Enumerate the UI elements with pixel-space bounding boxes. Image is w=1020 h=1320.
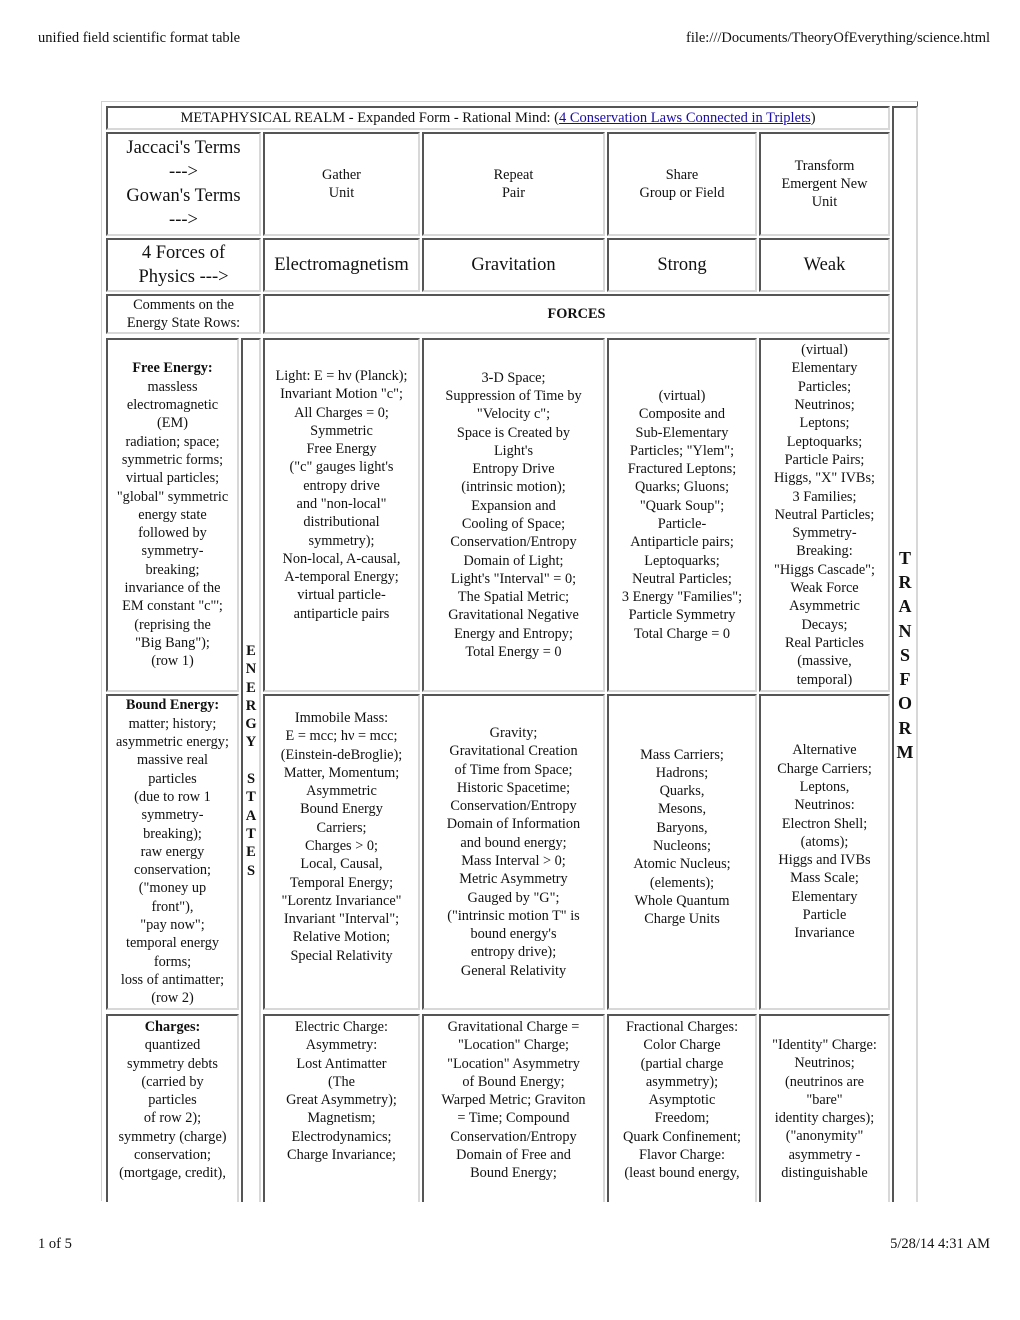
energy-states-letter: T <box>246 789 256 806</box>
print-timestamp: 5/28/14 4:31 AM <box>890 1236 990 1252</box>
energy-states-vertical-label: ENERGY STATES <box>245 642 256 880</box>
transform-vertical-label: TRANSFORM <box>897 546 914 764</box>
row-charges-strong: Fractional Charges: Color Charge (partia… <box>607 1014 757 1202</box>
term-gather: Gather Unit <box>263 132 420 236</box>
force-strong: Strong <box>607 238 757 292</box>
energy-states-letter: G <box>245 716 257 733</box>
row-bound-energy-gravitation: Gravity; Gravitational Creation of Time … <box>422 694 605 1010</box>
term-transform: Transform Emergent New Unit <box>759 132 890 236</box>
force-weak: Weak <box>759 238 890 292</box>
comment-title: Bound Energy: <box>125 697 220 714</box>
page-title: unified field scientific format table <box>38 30 241 46</box>
caption-prefix: METAPHYSICAL REALM - Expanded Form - Rat… <box>180 109 559 126</box>
energy-states-letter: E <box>246 844 256 861</box>
force-gravitation: Gravitation <box>422 238 605 292</box>
energy-states-letter: T <box>246 825 256 842</box>
unified-field-table: METAPHYSICAL REALM - Expanded Form - Rat… <box>101 101 918 1202</box>
row-charges-comment: Charges: quantized symmetry debts (carrie… <box>106 1014 239 1202</box>
comment-title: Charges: <box>144 1019 201 1035</box>
row-free-energy-comment: Free Energy: massless electromagnetic (EM… <box>106 338 239 692</box>
comment-text: massless electromagnetic (EM) radiation;… <box>116 378 229 670</box>
energy-states-letter: N <box>245 661 257 678</box>
energy-states-letter: E <box>246 643 256 659</box>
row-free-energy-electromagnetism: Light: E = hν (Planck); Invariant Motion… <box>263 338 420 692</box>
transform-letter: N <box>898 620 912 641</box>
energy-states-letter: A <box>245 807 257 824</box>
terms-label: Jaccaci's Terms ---> Gowan's Terms ---> <box>106 132 261 236</box>
transform-letter: O <box>897 693 912 714</box>
transform-letter: R <box>898 572 912 593</box>
row-charges-gravitation: Gravitational Charge = "Location" Charge… <box>422 1014 605 1202</box>
page-number: 1 of 5 <box>38 1236 72 1252</box>
transform-letter: F <box>899 669 911 690</box>
term-share: Share Group or Field <box>607 132 757 236</box>
energy-states-letter: S <box>246 862 256 879</box>
transform-letter: S <box>899 644 910 665</box>
transform-column: TRANSFORM <box>892 106 918 1202</box>
forces-header: FORCES <box>263 294 890 334</box>
table-caption: METAPHYSICAL REALM - Expanded Form - Rat… <box>106 106 890 130</box>
forces-label: 4 Forces of Physics ---> <box>106 238 261 292</box>
row-bound-energy-comment: Bound Energy: matter; history; asymmetric… <box>106 694 239 1010</box>
row-charges-weak: "Identity" Charge: Neutrinos; (neutrinos… <box>759 1014 890 1202</box>
energy-states-letter: Y <box>245 734 257 751</box>
energy-states-letter <box>249 752 253 770</box>
comment-title: Free Energy: <box>132 360 213 377</box>
row-free-energy-strong: (virtual) Composite and Sub-Elementary P… <box>607 338 757 692</box>
energy-states-letter: E <box>246 679 256 696</box>
energy-states-letter: S <box>246 771 256 788</box>
transform-letter: T <box>898 548 911 569</box>
conservation-laws-link[interactable]: 4 Conservation Laws Connected in Triplet… <box>559 109 811 127</box>
force-electromagnetism: Electromagnetism <box>263 238 420 292</box>
energy-states-column: ENERGY STATES <box>241 338 261 1202</box>
transform-letter: M <box>896 741 914 762</box>
caption-suffix: ) <box>810 109 816 126</box>
row-bound-energy-weak: Alternative Charge Carriers; Leptons, Ne… <box>759 694 890 1010</box>
transform-letter: A <box>898 596 912 617</box>
comments-label: Comments on the Energy State Rows: <box>106 294 261 334</box>
row-charges-electromagnetism: Electric Charge: Asymmetry: Lost Antimat… <box>263 1014 420 1202</box>
term-repeat: Repeat Pair <box>422 132 605 236</box>
transform-letter: R <box>898 717 912 738</box>
row-bound-energy-strong: Mass Carriers; Hadrons; Quarks, Mesons, … <box>607 694 757 1010</box>
row-free-energy-weak: (virtual) Elementary Particles; Neutrino… <box>759 338 890 692</box>
row-bound-energy-electromagnetism: Immobile Mass: E = mcc; hν = mcc; (Einst… <box>263 694 420 1010</box>
energy-states-letter: R <box>245 697 257 714</box>
row-free-energy-gravitation: 3-D Space; Suppression of Time by "Veloc… <box>422 338 605 692</box>
page-url: file:///Documents/TheoryOfEverything/sci… <box>685 30 990 46</box>
comment-text: quantized symmetry debts (carried by par… <box>118 1037 227 1182</box>
comment-text: matter; history; asymmetric energy; mass… <box>116 715 229 1007</box>
